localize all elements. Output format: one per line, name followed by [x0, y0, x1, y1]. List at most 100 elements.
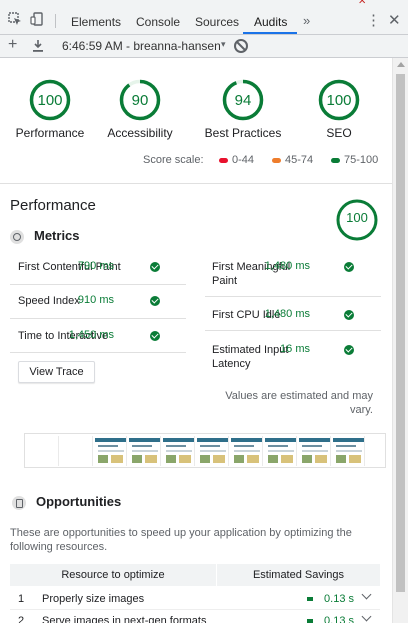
scrollbar[interactable]	[392, 58, 408, 623]
close-devtools-icon[interactable]: ✕	[388, 11, 401, 29]
filmstrip-frame	[265, 436, 297, 466]
opportunity-row[interactable]: 1 Properly size images 0.13 s	[10, 587, 380, 610]
opportunities-icon	[12, 495, 26, 510]
range-label: 45-74	[285, 154, 314, 166]
chevron-down-icon[interactable]	[361, 589, 372, 600]
performance-section-title: Performance	[10, 197, 96, 214]
active-tab-underline	[243, 32, 297, 34]
filmstrip-frame	[27, 436, 59, 466]
metric-item: Estimated Input Latency 16 ms	[212, 343, 382, 371]
pass-check-icon	[150, 296, 160, 306]
metric-value: 1,480 ms	[264, 260, 310, 272]
more-tabs-icon[interactable]: »	[303, 13, 310, 28]
row-index: 1	[18, 593, 25, 605]
opportunity-row[interactable]: 2 Serve images in next-gen formats 0.13 s	[10, 609, 380, 623]
pass-check-icon	[344, 310, 354, 320]
pass-check-icon	[150, 331, 160, 341]
score-scale-range-mid: 45-74	[272, 154, 313, 166]
filmstrip-frame	[197, 436, 229, 466]
metrics-heading: Metrics	[10, 228, 80, 244]
score-gauge-accessibility[interactable]: 90 Accessibility	[90, 78, 190, 140]
devtools-tabbar: Elements Console Sources Audits » ⋮ ✕	[0, 6, 408, 35]
row-index: 2	[18, 615, 25, 623]
metric-value: 790 ms	[77, 260, 114, 272]
report-selector[interactable]: 6:46:59 AM - breanna-hansen.g	[62, 39, 220, 53]
clear-reports-icon[interactable]	[234, 39, 248, 53]
gauge-score-value: 100	[326, 92, 352, 109]
score-scale-range-high: 75-100	[331, 154, 378, 166]
scrollbar-thumb[interactable]	[396, 74, 405, 592]
filmstrip-frame	[61, 436, 93, 466]
metric-value: 16 ms	[280, 343, 310, 355]
report-dropdown-icon[interactable]: ▾	[221, 39, 226, 50]
score-gauge-performance[interactable]: 100 Performance	[0, 78, 100, 140]
range-dot-icon	[219, 157, 228, 163]
metric-item: Time to Interactive 1,450 ms	[18, 329, 188, 343]
gauge-label: Accessibility	[107, 126, 173, 140]
filmstrip-frame	[129, 436, 161, 466]
performance-score-gauge: 100	[335, 198, 379, 242]
metric-item: First Meaningful Paint 1,480 ms	[212, 260, 382, 288]
column-resource: Resource to optimize	[61, 569, 165, 581]
score-gauge-best-practices[interactable]: 94 Best Practices	[193, 78, 293, 140]
metric-item: First Contentful Paint 790 ms	[18, 260, 188, 274]
gauge-score-value: 100	[37, 92, 63, 109]
tab-audits[interactable]: Audits	[254, 15, 287, 29]
metrics-title: Metrics	[34, 228, 80, 243]
range-label: 0-44	[232, 154, 255, 166]
filmstrip	[24, 433, 386, 468]
opportunities-table-header: Resource to optimize Estimated Savings	[10, 564, 380, 586]
kebab-menu-icon[interactable]: ⋮	[366, 11, 381, 29]
metric-item: First CPU Idle 1,480 ms	[212, 308, 382, 322]
device-toolbar-icon[interactable]	[30, 12, 44, 26]
metric-value: 1,480 ms	[264, 308, 310, 320]
gauge-score-value: 94	[234, 92, 252, 109]
filmstrip-frame	[299, 436, 331, 466]
tab-sources[interactable]: Sources	[195, 15, 239, 29]
metric-divider	[205, 296, 381, 297]
audit-report: 100 Performance 90 Accessibility 94 Best Prac…	[0, 58, 392, 623]
opportunities-heading: Opportunities	[12, 494, 121, 510]
gauge-label: SEO	[326, 126, 352, 140]
metrics-icon	[10, 229, 24, 244]
score-gauge-seo[interactable]: 100 SEO	[289, 78, 389, 140]
metric-divider	[10, 318, 186, 319]
tab-console[interactable]: Console	[136, 15, 180, 29]
savings-bar	[307, 619, 313, 623]
metric-item: Speed Index 910 ms	[18, 294, 188, 308]
scroll-up-icon[interactable]	[397, 62, 405, 67]
chevron-down-icon[interactable]	[361, 611, 372, 622]
opportunities-description: These are opportunities to speed up your…	[10, 527, 352, 553]
inspect-element-icon[interactable]	[8, 12, 22, 26]
row-name: Properly size images	[42, 593, 145, 605]
new-audit-icon[interactable]: +	[8, 36, 17, 54]
pass-check-icon	[150, 262, 160, 272]
filmstrip-frame	[333, 436, 365, 466]
performance-score-value: 100	[346, 210, 368, 225]
metric-divider	[205, 330, 381, 331]
estimated-values-note: Values are estimated and may vary.	[225, 390, 373, 416]
opportunities-title: Opportunities	[36, 494, 122, 509]
savings-bar	[307, 597, 313, 601]
metric-value: 910 ms	[77, 294, 114, 306]
gauge-score-value: 90	[131, 92, 149, 109]
metric-divider	[10, 352, 186, 353]
row-savings: 0.13 s	[324, 615, 354, 623]
score-scale-label: Score scale:	[143, 154, 204, 166]
row-name: Serve images in next-gen formats	[42, 615, 207, 623]
pass-check-icon	[344, 345, 354, 355]
tab-separator	[55, 14, 56, 28]
score-scale-range-low: 0-44	[219, 154, 254, 166]
section-divider	[0, 183, 392, 184]
filmstrip-frame	[231, 436, 263, 466]
download-report-icon[interactable]	[32, 39, 44, 53]
audits-toolbar: + 6:46:59 AM - breanna-hansen.g ▾	[0, 35, 408, 58]
gauge-label: Best Practices	[204, 126, 282, 140]
view-trace-button[interactable]: View Trace	[18, 361, 95, 383]
range-dot-icon	[272, 157, 281, 163]
gauge-label: Performance	[15, 126, 85, 140]
metric-divider	[10, 284, 186, 285]
tab-elements[interactable]: Elements	[71, 15, 121, 29]
filmstrip-frame	[95, 436, 127, 466]
filmstrip-frame	[163, 436, 195, 466]
